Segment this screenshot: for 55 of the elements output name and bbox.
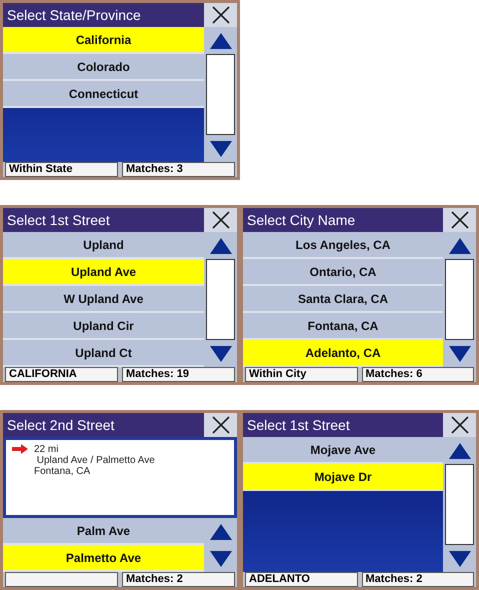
- status-field: Within State: [5, 162, 118, 177]
- close-icon: [450, 211, 468, 229]
- down-arrow-icon: [448, 550, 470, 566]
- list-item[interactable]: Ontario, CA: [243, 259, 443, 286]
- dialog-title: Select City Name: [243, 208, 443, 232]
- close-button[interactable]: [204, 413, 237, 437]
- list-item[interactable]: Connecticut: [3, 81, 204, 108]
- match-count: Matches: 2: [362, 572, 474, 587]
- up-arrow-icon: [210, 238, 232, 254]
- distance-text: 22 mi: [34, 444, 60, 455]
- list-item[interactable]: Upland Ave: [3, 259, 204, 286]
- dialog-title: Select State/Province: [3, 3, 204, 27]
- down-arrow-icon: [448, 346, 470, 362]
- up-arrow-icon: [448, 442, 470, 458]
- list-item[interactable]: Mojave Ave: [243, 437, 443, 464]
- status-field: ADELANTO: [245, 572, 358, 587]
- close-button[interactable]: [204, 208, 237, 232]
- down-arrow-icon: [210, 346, 232, 362]
- list-item[interactable]: Adelanto, CA: [243, 340, 443, 367]
- status-field: CALIFORNIA: [5, 367, 118, 382]
- down-arrow-icon: [210, 550, 232, 566]
- list-item[interactable]: Palmetto Ave: [3, 545, 204, 572]
- match-count: Matches: 3: [122, 162, 235, 177]
- list-item[interactable]: Colorado: [3, 54, 204, 81]
- close-button[interactable]: [443, 413, 476, 437]
- dialog-title: Select 2nd Street: [3, 413, 204, 437]
- list-item[interactable]: Upland: [3, 232, 204, 259]
- up-arrow-icon: [448, 238, 470, 254]
- match-count: Matches: 2: [122, 572, 235, 587]
- close-button[interactable]: [443, 208, 476, 232]
- close-icon: [450, 416, 468, 434]
- list-item[interactable]: Los Angeles, CA: [243, 232, 443, 259]
- status-field: Within City: [245, 367, 358, 382]
- arrow-icon: [12, 444, 28, 454]
- list-item[interactable]: Santa Clara, CA: [243, 286, 443, 313]
- dialog-title: Select 1st Street: [243, 413, 443, 437]
- address-text: Upland Ave / Palmetto Ave: [36, 455, 155, 466]
- list-item[interactable]: Upland Cir: [3, 313, 204, 340]
- close-icon: [212, 211, 230, 229]
- up-arrow-icon: [210, 32, 232, 48]
- list-item[interactable]: Fontana, CA: [243, 313, 443, 340]
- close-icon: [212, 6, 230, 24]
- address-text: Fontana, CA: [34, 466, 92, 477]
- list-item[interactable]: California: [3, 27, 204, 54]
- list-item[interactable]: Palm Ave: [3, 518, 204, 545]
- match-count: Matches: 19: [122, 367, 235, 382]
- list-item[interactable]: Mojave Dr: [243, 464, 443, 491]
- down-arrow-icon: [210, 140, 232, 156]
- dialog-title: Select 1st Street: [3, 208, 204, 232]
- list-item[interactable]: Upland Ct: [3, 340, 204, 367]
- close-icon: [212, 416, 230, 434]
- match-count: Matches: 6: [362, 367, 474, 382]
- close-button[interactable]: [204, 3, 237, 27]
- list-item[interactable]: W Upland Ave: [3, 286, 204, 313]
- up-arrow-icon: [210, 524, 232, 540]
